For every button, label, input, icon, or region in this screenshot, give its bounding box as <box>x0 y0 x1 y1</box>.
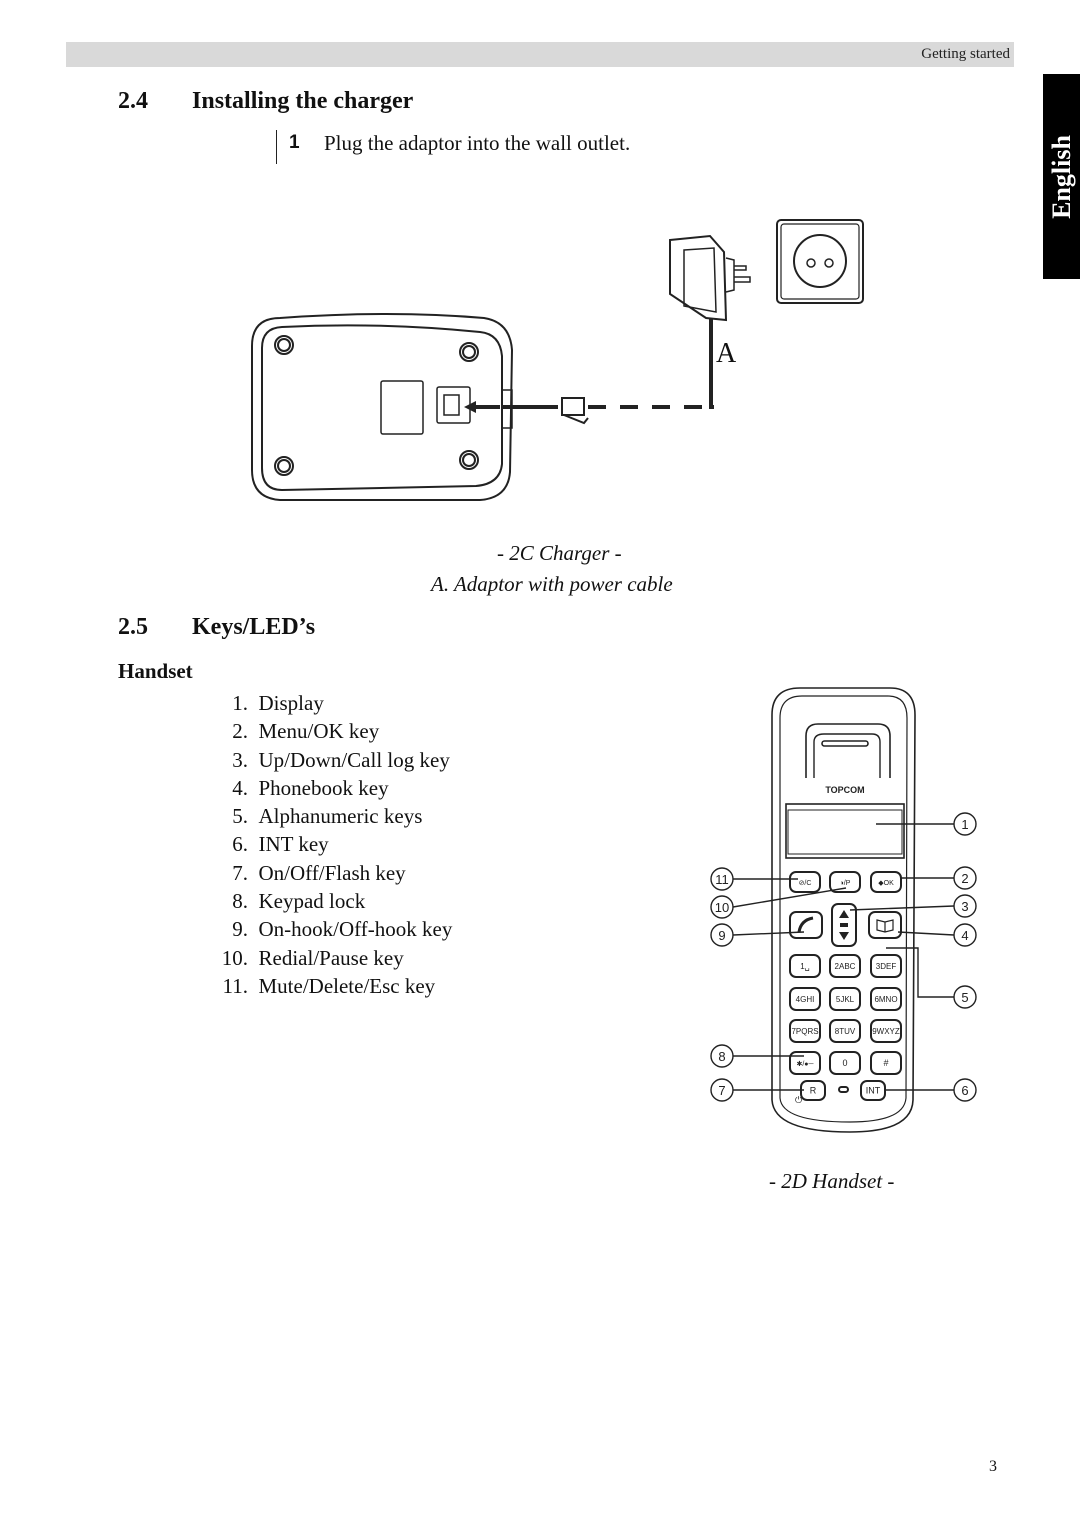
call-key <box>789 911 823 939</box>
digit-key-label: 3DEF <box>876 962 897 971</box>
step-number: 1 <box>289 132 300 153</box>
r-flash-key-label: R <box>810 1086 817 1096</box>
int-key: INT <box>860 1080 886 1101</box>
section-title: Installing the charger <box>192 88 414 114</box>
digit-key-label: 5JKL <box>836 995 855 1004</box>
charger-figure: A <box>251 219 864 501</box>
digit-key-label: 9WXYZ <box>872 1027 900 1036</box>
callout-4: 4 <box>897 923 977 947</box>
callout-number: 11 <box>715 872 729 887</box>
digit-key-label: 4GHI <box>796 995 815 1004</box>
label-plate <box>380 380 424 435</box>
int-key-label: INT <box>866 1086 881 1096</box>
callout-number: 8 <box>718 1049 725 1064</box>
callout-number: 3 <box>961 899 968 914</box>
display-screen <box>785 803 905 859</box>
list-item: 4. Phonebook key <box>232 775 389 800</box>
figure-legend-charger: A. Adaptor with power cable <box>431 572 673 596</box>
callout-number: 4 <box>961 928 968 943</box>
r-flash-key: R <box>800 1080 826 1101</box>
wall-outlet-icon <box>776 219 864 304</box>
list-item: 11. Mute/Delete/Esc key <box>222 973 436 998</box>
digit-key-label: 2ABC <box>835 962 856 971</box>
callout-3: 3 <box>849 894 977 918</box>
callout-11: 11 <box>710 867 798 891</box>
callout-number: 9 <box>718 928 725 943</box>
callout-number: 5 <box>961 990 968 1005</box>
handset-figure: TOPCOM ⊘/C ◑/P ◆OK 1␣ 2ABC 3DEF 4GHI 5JKL 6MNO 7P… <box>710 687 977 1133</box>
language-tab-label: English <box>1046 134 1076 219</box>
digit-key: 8TUV <box>829 1019 861 1043</box>
menu-ok-key-label: ◆OK <box>878 880 894 887</box>
callout-number: 7 <box>718 1083 725 1098</box>
instruction-step: 1 Plug the adaptor into the wall outlet. <box>276 130 630 164</box>
digit-key: 6MNO <box>870 987 902 1011</box>
star-keylock-key-label: ✱/●─ <box>797 1060 814 1068</box>
section-title: Keys/LED’s <box>192 614 316 640</box>
power-icon: ⏻ <box>795 1095 802 1105</box>
section-number: 2.5 <box>118 614 148 640</box>
book-icon <box>876 919 894 933</box>
list-item: 3. Up/Down/Call log key <box>232 747 450 772</box>
list-item: 10. Redial/Pause key <box>221 945 404 970</box>
subheading-handset: Handset <box>118 659 193 683</box>
digit-key-label: 7PQRS <box>791 1027 818 1036</box>
figure-caption-handset: - 2D Handset - <box>769 1169 895 1193</box>
list-item: 2. Menu/OK key <box>232 719 380 744</box>
digit-key: 3DEF <box>870 954 902 978</box>
figure-caption-charger: - 2C Charger - <box>497 541 622 565</box>
step-text: Plug the adaptor into the wall outlet. <box>324 131 631 155</box>
list-item: 8. Keypad lock <box>232 889 366 914</box>
earpiece-icon <box>805 723 891 778</box>
redial-key-label: ◑/P <box>840 880 851 887</box>
up-arrow-icon <box>839 910 849 918</box>
callout-2: 2 <box>900 866 977 890</box>
zero-key-label: 0 <box>842 1058 847 1068</box>
figure-label-a: A <box>716 338 737 369</box>
led-indicator <box>838 1086 849 1093</box>
zero-key: 0 <box>829 1051 861 1075</box>
phone-icon <box>797 916 814 933</box>
section-number: 2.4 <box>118 88 148 114</box>
list-item: 7. On/Off/Flash key <box>232 860 406 885</box>
list-item: 9. On-hook/Off-hook key <box>232 917 453 942</box>
list-item: 1. Display <box>232 691 324 715</box>
callout-7: 7 <box>710 1078 804 1102</box>
callout-6: 6 <box>884 1078 977 1102</box>
power-cable <box>709 318 714 409</box>
down-arrow-icon <box>839 932 849 940</box>
menu-ok-key: ◆OK <box>870 871 902 893</box>
digit-key-label: 8TUV <box>835 1027 856 1036</box>
callout-number: 10 <box>715 900 729 915</box>
digit-key: 9WXYZ <box>870 1019 902 1043</box>
list-item: 5. Alphanumeric keys <box>232 804 423 829</box>
callout-number: 1 <box>961 817 968 832</box>
phone-socket-icon <box>436 386 471 424</box>
digit-key: 2ABC <box>829 954 861 978</box>
digit-key-label: 6MNO <box>874 995 897 1004</box>
callout-number: 2 <box>961 871 968 886</box>
running-header-text: Getting started <box>921 46 1010 62</box>
hash-key: # <box>870 1051 902 1075</box>
call-log-icon <box>840 923 848 927</box>
digit-key: 7PQRS <box>789 1019 821 1043</box>
redial-key: ◑/P <box>829 871 861 893</box>
language-tab: English <box>1043 74 1080 279</box>
callout-number: 6 <box>961 1083 968 1098</box>
rj-plug-icon <box>561 397 585 416</box>
digit-key: 4GHI <box>789 987 821 1011</box>
page-number: 3 <box>989 1458 997 1475</box>
hash-key-label: # <box>883 1058 888 1068</box>
callout-1: 1 <box>876 812 977 836</box>
brand-logo: TOPCOM <box>825 785 864 795</box>
list-item: 6. INT key <box>232 832 329 857</box>
digit-key: 5JKL <box>829 987 861 1011</box>
digit-key-label: 1␣ <box>800 962 810 971</box>
key-list: 1. Display 2. Menu/OK key 3. Up/Down/Cal… <box>200 689 453 1000</box>
digit-key: 1␣ <box>789 954 821 978</box>
mute-key: ⊘/C <box>789 871 821 893</box>
mute-key-label: ⊘/C <box>799 880 812 887</box>
callout-10: 10 <box>710 887 847 919</box>
running-header: Getting started <box>66 42 1014 67</box>
